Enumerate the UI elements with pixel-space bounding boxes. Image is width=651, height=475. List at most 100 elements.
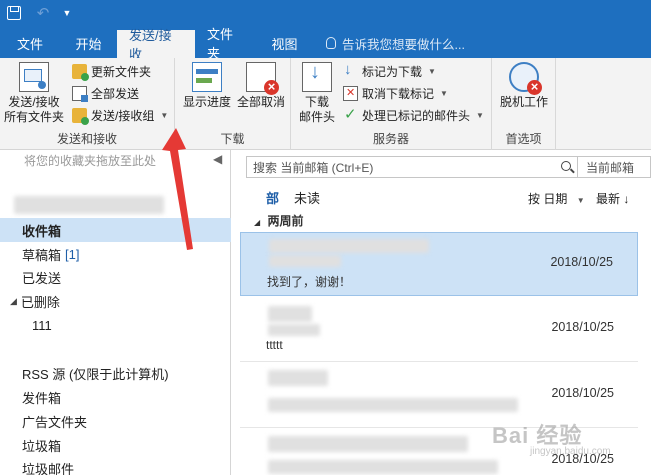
chevron-down-icon: ▼ xyxy=(576,196,585,205)
send-receive-all-icon xyxy=(19,62,49,92)
process-marked-headers-button[interactable]: 处理已标记的邮件头 ▼ xyxy=(343,105,484,126)
subject-blurred xyxy=(268,398,518,412)
sender-blurred xyxy=(269,239,429,253)
search-input[interactable]: 搜索 当前邮箱 (Ctrl+E) xyxy=(246,156,578,178)
folder-label: 发件箱 xyxy=(22,390,62,406)
cancel-all-button[interactable]: 全部取消 xyxy=(234,62,288,110)
show-progress-label: 显示进度 xyxy=(182,95,231,109)
favorites-hint: 将您的收藏夹拖放至此处 xyxy=(24,154,157,168)
send-receive-groups-button[interactable]: 发送/接收组 ▼ xyxy=(72,105,168,126)
group-label-server: 服务器 xyxy=(372,132,409,146)
sort-by-dropdown[interactable]: 按 日期 ▼ xyxy=(528,190,585,207)
send-all-label: 全部发送 xyxy=(91,87,140,101)
ribbon: 发送/接收 所有文件夹 更新文件夹 全部发送 发送/接收组 ▼ 发送和接收 显示… xyxy=(0,58,651,150)
tab-folder[interactable]: 文件夹 xyxy=(195,27,257,61)
unmark-download-icon xyxy=(343,86,358,101)
message-date: 2018/10/25 xyxy=(550,255,613,269)
search-icon[interactable] xyxy=(561,161,571,171)
chevron-down-icon: ▼ xyxy=(476,111,484,120)
mark-to-download-label: 标记为下载 xyxy=(362,65,423,79)
folder-label: 收件箱 xyxy=(22,223,62,239)
message-date: 2018/10/25 xyxy=(551,386,614,400)
group-preferences: 脱机工作 首选项 xyxy=(492,58,556,150)
arrow-down-icon: ↓ xyxy=(623,192,630,206)
folder-drafts[interactable]: 草稿箱 [1] xyxy=(0,242,231,266)
group-send-receive: 发送/接收 所有文件夹 更新文件夹 全部发送 发送/接收组 ▼ 发送和接收 xyxy=(0,58,175,150)
group-label-download: 下载 xyxy=(220,132,245,146)
folder-deleted[interactable]: ◢ 已删除 xyxy=(0,289,231,313)
message-item[interactable]: 2018/10/25 ttttt xyxy=(240,298,638,362)
folder-trash[interactable]: 垃圾箱 xyxy=(0,433,231,457)
chevron-down-icon[interactable]: ▼ xyxy=(60,4,74,22)
folder-outbox[interactable]: 发件箱 xyxy=(0,385,231,409)
send-all-icon xyxy=(72,86,88,102)
folder-label: 草稿箱 xyxy=(22,247,62,263)
search-scope-dropdown[interactable]: 当前邮箱 xyxy=(578,156,651,178)
mark-download-icon xyxy=(343,61,358,79)
send-receive-groups-icon xyxy=(72,108,89,125)
unmark-download-label: 取消下载标记 xyxy=(362,87,435,101)
folder-label: 广告文件夹 xyxy=(22,414,88,430)
folder-rss[interactable]: RSS 源 (仅限于此计算机) xyxy=(0,361,231,385)
message-item[interactable]: 2018/10/25 找到了，谢谢！ xyxy=(240,232,638,296)
ribbon-tabs: 文件 开始 发送/接收 文件夹 视图 告诉我您想要做什么... xyxy=(0,27,651,62)
send-receive-groups-label: 发送/接收组 xyxy=(91,109,155,123)
message-preview: ttttt xyxy=(266,338,283,352)
lightbulb-icon xyxy=(326,37,336,49)
send-receive-all-label-2: 所有文件夹 xyxy=(3,110,64,124)
unmark-download-button[interactable]: 取消下载标记 ▼ xyxy=(343,83,448,104)
show-progress-button[interactable]: 显示进度 xyxy=(180,62,234,110)
download-headers-label-1: 下载 xyxy=(304,95,329,109)
date-group-label: 两周前 xyxy=(267,214,304,228)
filter-unread[interactable]: 未读 xyxy=(294,188,320,207)
folder-111[interactable]: 111 xyxy=(0,313,231,337)
chevron-down-icon: ▼ xyxy=(440,89,448,98)
date-group-header[interactable]: ◢ 两周前 xyxy=(254,212,304,229)
chevron-down-icon: ▼ xyxy=(160,111,169,120)
collapse-triangle-icon: ◢ xyxy=(254,218,261,227)
cancel-all-icon xyxy=(246,62,279,95)
subject-blurred xyxy=(268,460,498,474)
update-folder-button[interactable]: 更新文件夹 xyxy=(72,61,151,82)
send-all-button[interactable]: 全部发送 xyxy=(72,83,139,104)
save-icon[interactable] xyxy=(4,4,24,22)
title-bar: ↶ ▼ xyxy=(0,0,651,28)
cancel-all-label: 全部取消 xyxy=(236,95,285,109)
message-date: 2018/10/25 xyxy=(551,320,614,334)
undo-icon[interactable]: ↶ xyxy=(34,4,52,22)
folder-inbox[interactable]: 收件箱 xyxy=(0,218,231,242)
folder-junk[interactable]: 垃圾邮件 xyxy=(0,456,231,475)
folder-label: 111 xyxy=(32,317,52,333)
filter-all[interactable]: 部 xyxy=(266,188,279,207)
tell-me-text: 告诉我您想要做什么... xyxy=(342,37,465,52)
progress-icon xyxy=(192,62,222,92)
message-preview: 找到了，谢谢！ xyxy=(267,275,352,289)
tab-home[interactable]: 开始 xyxy=(60,28,117,58)
sender-blurred xyxy=(268,306,312,322)
send-receive-all-button[interactable]: 发送/接收 所有文件夹 xyxy=(2,62,66,125)
message-list-pane: 搜索 当前邮箱 (Ctrl+E) 当前邮箱 部 未读 按 日期 ▼ 最新 ↓ ◢… xyxy=(232,150,651,475)
sort-by-label: 按 日期 xyxy=(528,192,568,206)
tab-send-receive[interactable]: 发送/接收 xyxy=(117,28,195,62)
download-headers-button[interactable]: 下载 邮件头 xyxy=(295,62,339,125)
update-folder-icon xyxy=(72,64,89,81)
group-server: 下载 邮件头 标记为下载 ▼ 取消下载标记 ▼ 处理已标记的邮件头 ▼ 服务器 xyxy=(291,58,492,150)
folder-label: RSS 源 (仅限于此计算机) xyxy=(22,366,169,382)
tell-me-box[interactable]: 告诉我您想要做什么... xyxy=(312,28,465,58)
folder-pane: 将您的收藏夹拖放至此处 ◀ 收件箱 草稿箱 [1] 已发送 ◢ 已删除 111 … xyxy=(0,150,231,475)
collapse-pane-icon[interactable]: ◀ xyxy=(213,152,222,166)
collapse-triangle-icon[interactable]: ◢ xyxy=(10,296,17,307)
update-folder-label: 更新文件夹 xyxy=(91,65,152,79)
folder-label: 垃圾邮件 xyxy=(22,461,75,475)
group-label-send-receive: 发送和接收 xyxy=(56,132,117,146)
checkmark-icon xyxy=(343,105,358,123)
sort-order-toggle[interactable]: 最新 ↓ xyxy=(596,190,629,207)
subject-blurred xyxy=(268,324,320,336)
folder-sent[interactable]: 已发送 xyxy=(0,265,231,289)
mark-to-download-button[interactable]: 标记为下载 ▼ xyxy=(343,61,436,82)
sender-blurred xyxy=(268,436,468,452)
folder-ads[interactable]: 广告文件夹 xyxy=(0,409,231,433)
tab-file[interactable]: 文件 xyxy=(0,28,60,58)
work-offline-button[interactable]: 脱机工作 xyxy=(496,62,552,110)
tab-view[interactable]: 视图 xyxy=(257,28,312,58)
